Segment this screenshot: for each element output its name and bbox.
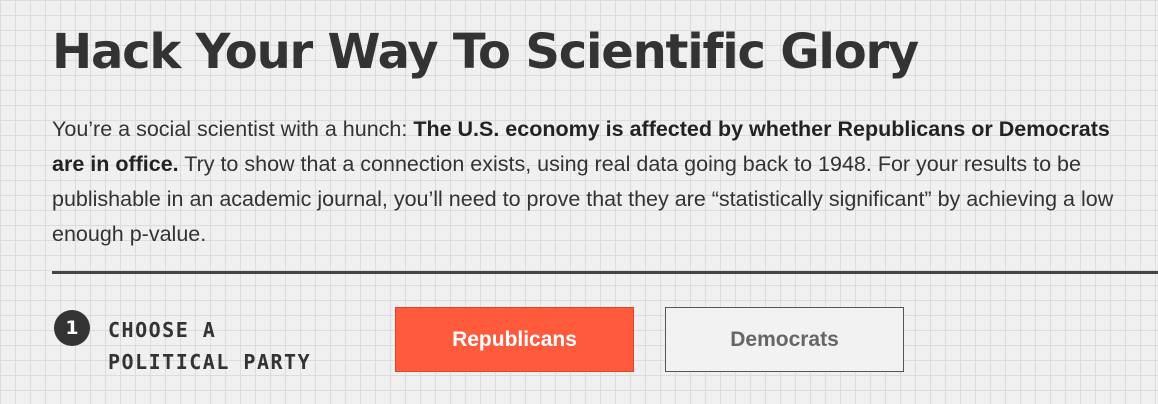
intro-paragraph: You’re a social scientist with a hunch: … xyxy=(52,112,1142,252)
intro-text-before: You’re a social scientist with a hunch: xyxy=(52,117,414,141)
step-label-line1: CHOOSE A xyxy=(108,318,217,342)
page-title: Hack Your Way To Scientific Glory xyxy=(52,24,919,80)
step-number-badge: 1 xyxy=(54,310,90,346)
republicans-button[interactable]: Republicans xyxy=(395,307,634,372)
intro-text-after: Try to show that a connection exists, us… xyxy=(52,152,1114,246)
democrats-button[interactable]: Democrats xyxy=(665,307,904,372)
section-divider xyxy=(52,271,1158,274)
step-label-line2: POLITICAL PARTY xyxy=(108,350,312,374)
step-label: CHOOSE A POLITICAL PARTY xyxy=(108,314,311,378)
